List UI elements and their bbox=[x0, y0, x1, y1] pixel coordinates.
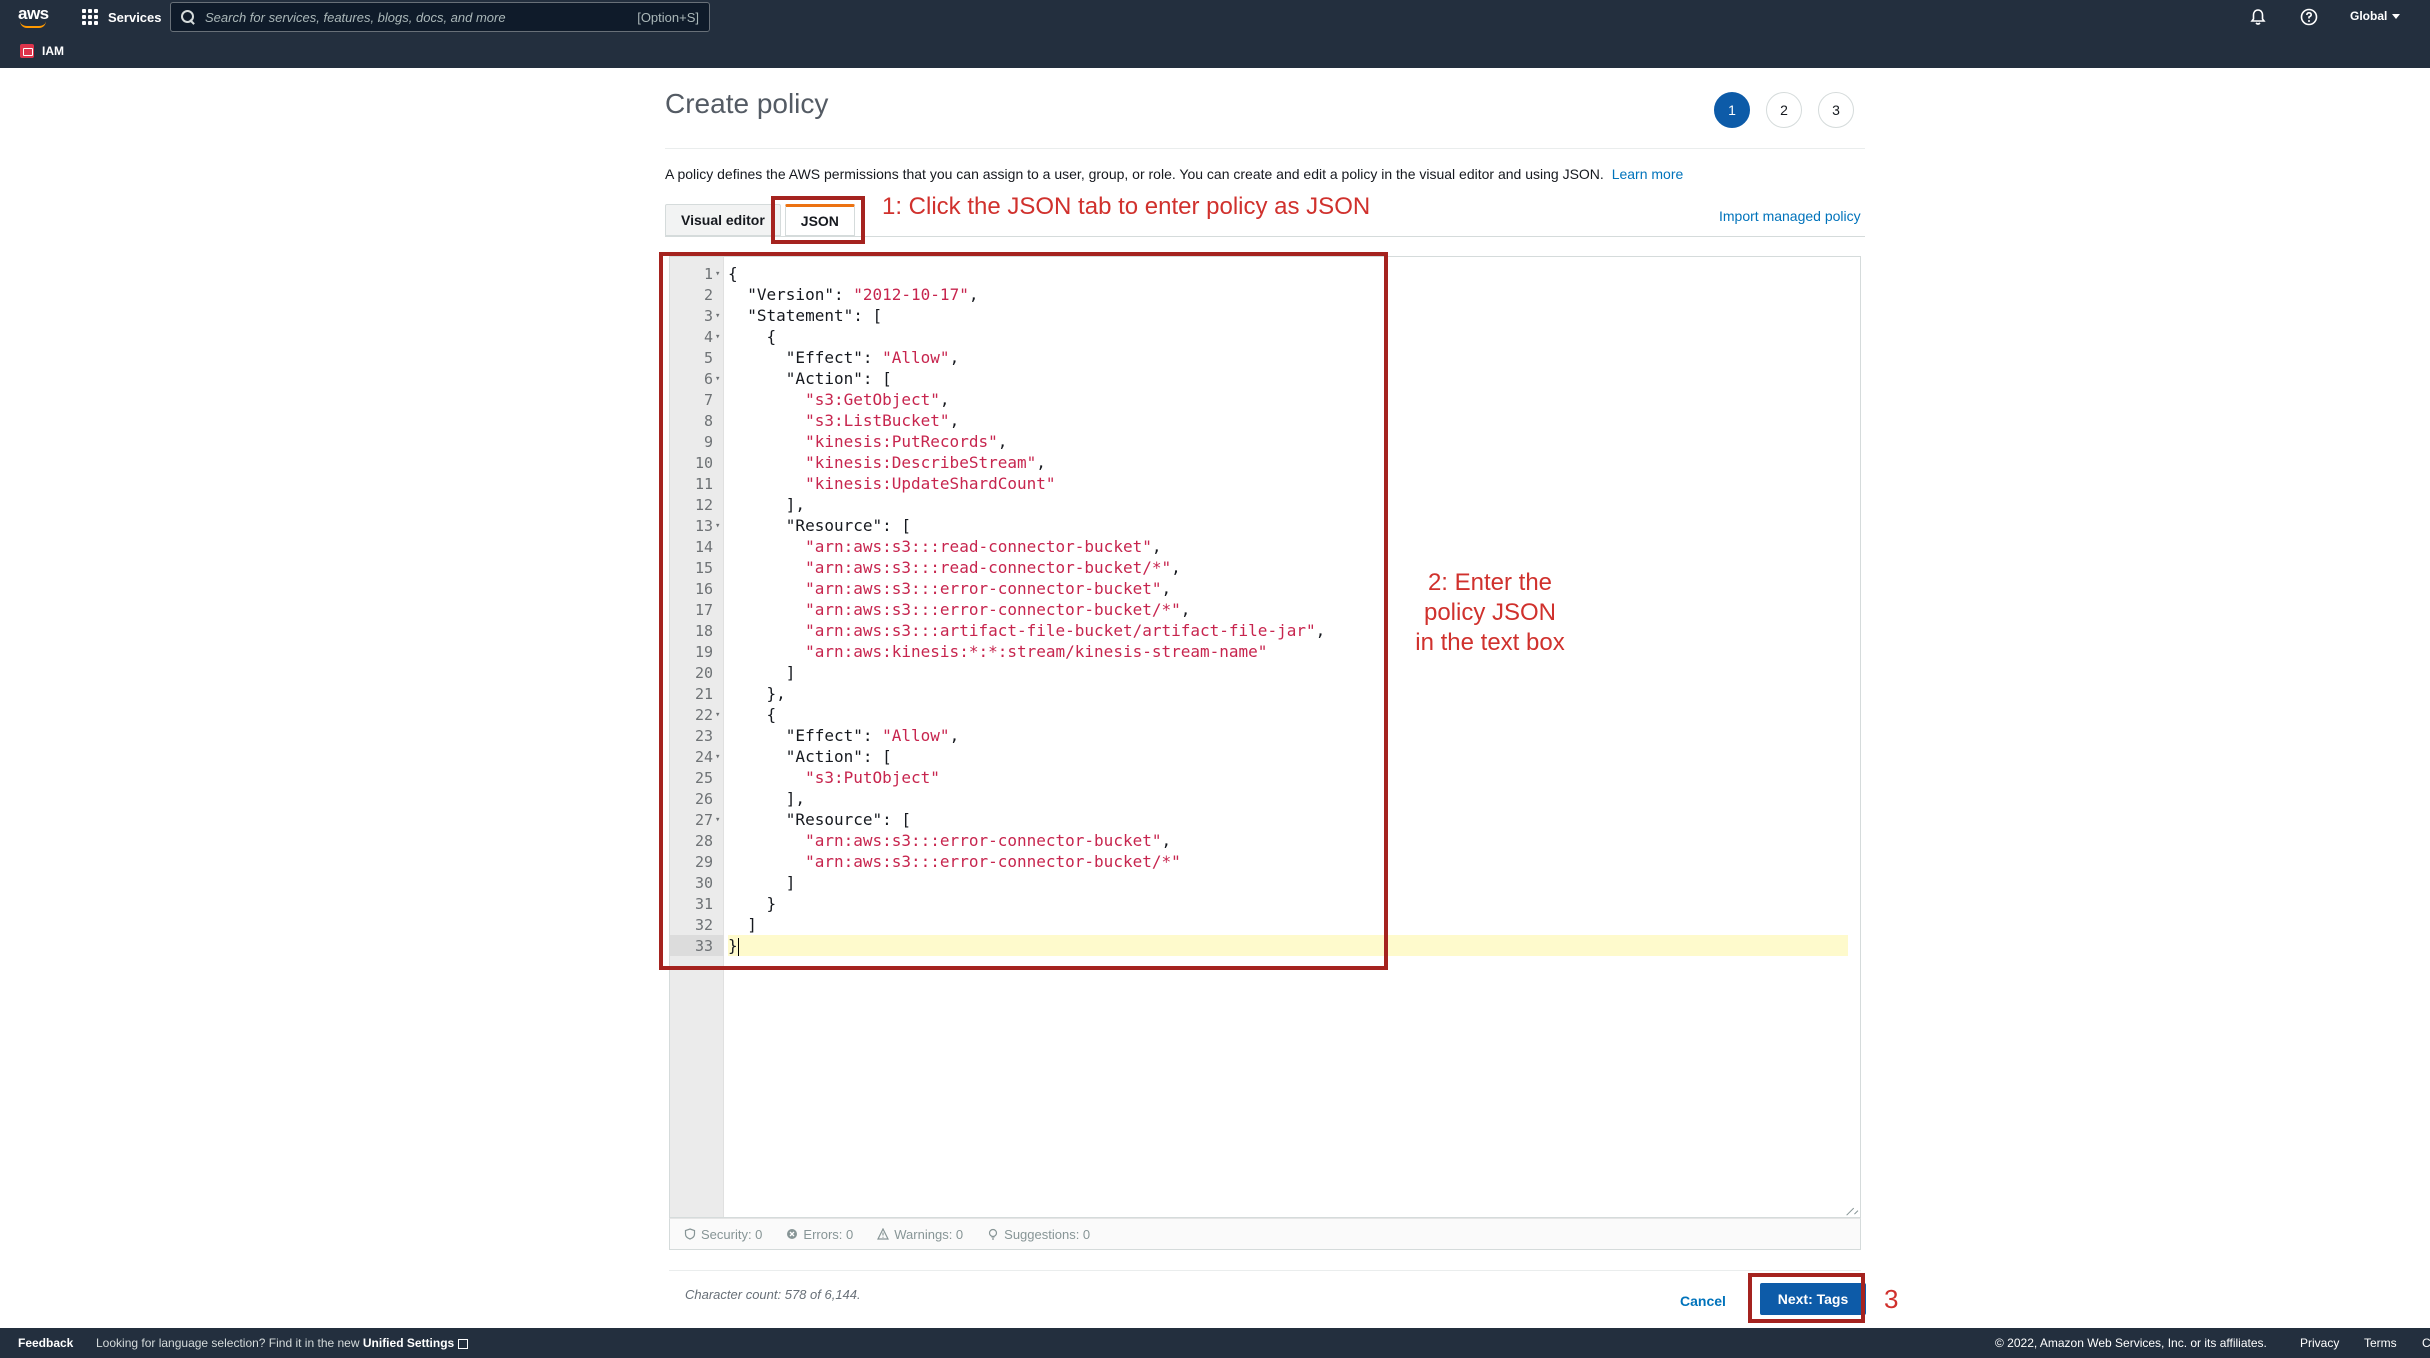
copyright: © 2022, Amazon Web Services, Inc. or its… bbox=[1995, 1336, 2267, 1350]
step-indicator: 1 2 3 bbox=[1714, 92, 1870, 128]
annotation-step2: 2: Enter the policy JSON in the text box bbox=[1405, 568, 1575, 658]
tab-visual-editor[interactable]: Visual editor bbox=[665, 204, 781, 236]
feedback-link[interactable]: Feedback bbox=[18, 1336, 73, 1350]
external-link-icon bbox=[458, 1338, 469, 1349]
title-divider bbox=[665, 148, 1865, 149]
page-footer: Feedback Looking for language selection?… bbox=[0, 1328, 2430, 1358]
annotation-step3: 3 bbox=[1884, 1284, 1899, 1314]
annotation-box-editor bbox=[659, 252, 1388, 970]
grid-icon bbox=[82, 9, 98, 25]
unified-settings-link[interactable]: Unified Settings bbox=[362, 1336, 469, 1350]
security-status[interactable]: Security: 0 bbox=[684, 1227, 762, 1242]
import-managed-policy-link[interactable]: Import managed policy bbox=[1719, 208, 1861, 224]
warnings-status[interactable]: Warnings: 0 bbox=[877, 1227, 963, 1242]
cookie-preferences-link[interactable]: C bbox=[2422, 1336, 2430, 1350]
privacy-link[interactable]: Privacy bbox=[2300, 1336, 2339, 1350]
search-shortcut: [Option+S] bbox=[637, 10, 699, 25]
terms-link[interactable]: Terms bbox=[2364, 1336, 2397, 1350]
step-2: 2 bbox=[1766, 92, 1802, 128]
services-label: Services bbox=[108, 9, 162, 25]
page-description: A policy defines the AWS permissions tha… bbox=[665, 166, 1683, 182]
iam-label: IAM bbox=[42, 44, 64, 58]
character-count: Character count: 578 of 6,144. bbox=[685, 1287, 861, 1302]
region-label: Global bbox=[2350, 9, 2388, 23]
action-panel: Character count: 578 of 6,144. Cancel Ne… bbox=[669, 1270, 1866, 1328]
help-icon[interactable] bbox=[2300, 8, 2318, 26]
suggestions-status[interactable]: Suggestions: 0 bbox=[987, 1227, 1090, 1242]
annotation-box-next-button bbox=[1748, 1273, 1865, 1323]
warning-icon bbox=[877, 1228, 890, 1240]
aws-logo[interactable]: aws bbox=[18, 4, 52, 30]
errors-status[interactable]: Errors: 0 bbox=[786, 1227, 853, 1242]
annotation-step2-line3: in the text box bbox=[1415, 629, 1565, 656]
services-menu-button[interactable]: Services bbox=[82, 6, 162, 28]
annotation-step2-line2: policy JSON bbox=[1423, 599, 1557, 626]
service-breadcrumb[interactable]: IAM bbox=[0, 40, 64, 62]
search-icon bbox=[181, 10, 195, 24]
cancel-button[interactable]: Cancel bbox=[1680, 1293, 1726, 1309]
resize-handle-icon[interactable] bbox=[1848, 1205, 1858, 1215]
top-navigation: aws Services [Option+S] Global IAM bbox=[0, 0, 2430, 68]
annotation-box-json-tab bbox=[771, 196, 865, 244]
aws-smile-icon bbox=[20, 21, 46, 28]
page-title: Create policy bbox=[665, 88, 829, 119]
suggestions-status-text: Suggestions: 0 bbox=[1004, 1226, 1091, 1242]
step-3: 3 bbox=[1818, 92, 1854, 128]
caret-down-icon bbox=[2392, 13, 2401, 19]
step-1: 1 bbox=[1714, 92, 1750, 128]
error-icon bbox=[787, 1229, 798, 1239]
shield-icon bbox=[684, 1228, 696, 1240]
language-message: Looking for language selection? Find it … bbox=[96, 1336, 469, 1350]
region-selector[interactable]: Global bbox=[2350, 9, 2401, 23]
unified-settings-label: Unified Settings bbox=[362, 1336, 455, 1350]
iam-icon bbox=[20, 44, 34, 58]
errors-status-text: Errors: 0 bbox=[803, 1226, 854, 1242]
lightbulb-icon bbox=[989, 1228, 998, 1240]
warnings-status-text: Warnings: 0 bbox=[894, 1226, 964, 1242]
security-status-text: Security: 0 bbox=[701, 1226, 763, 1242]
annotation-step2-line1: 2: Enter the bbox=[1427, 569, 1553, 596]
language-message-text: Looking for language selection? Find it … bbox=[96, 1336, 360, 1350]
learn-more-link[interactable]: Learn more bbox=[1612, 166, 1684, 182]
search-input[interactable] bbox=[205, 9, 605, 25]
annotation-step1: 1: Click the JSON tab to enter policy as… bbox=[882, 193, 1371, 220]
editor-status-bar: Security: 0 Errors: 0 Warnings: 0 Sugges… bbox=[669, 1218, 1861, 1250]
description-text: A policy defines the AWS permissions tha… bbox=[665, 166, 1604, 182]
bell-icon[interactable] bbox=[2249, 8, 2267, 26]
search-bar[interactable]: [Option+S] bbox=[170, 2, 710, 32]
